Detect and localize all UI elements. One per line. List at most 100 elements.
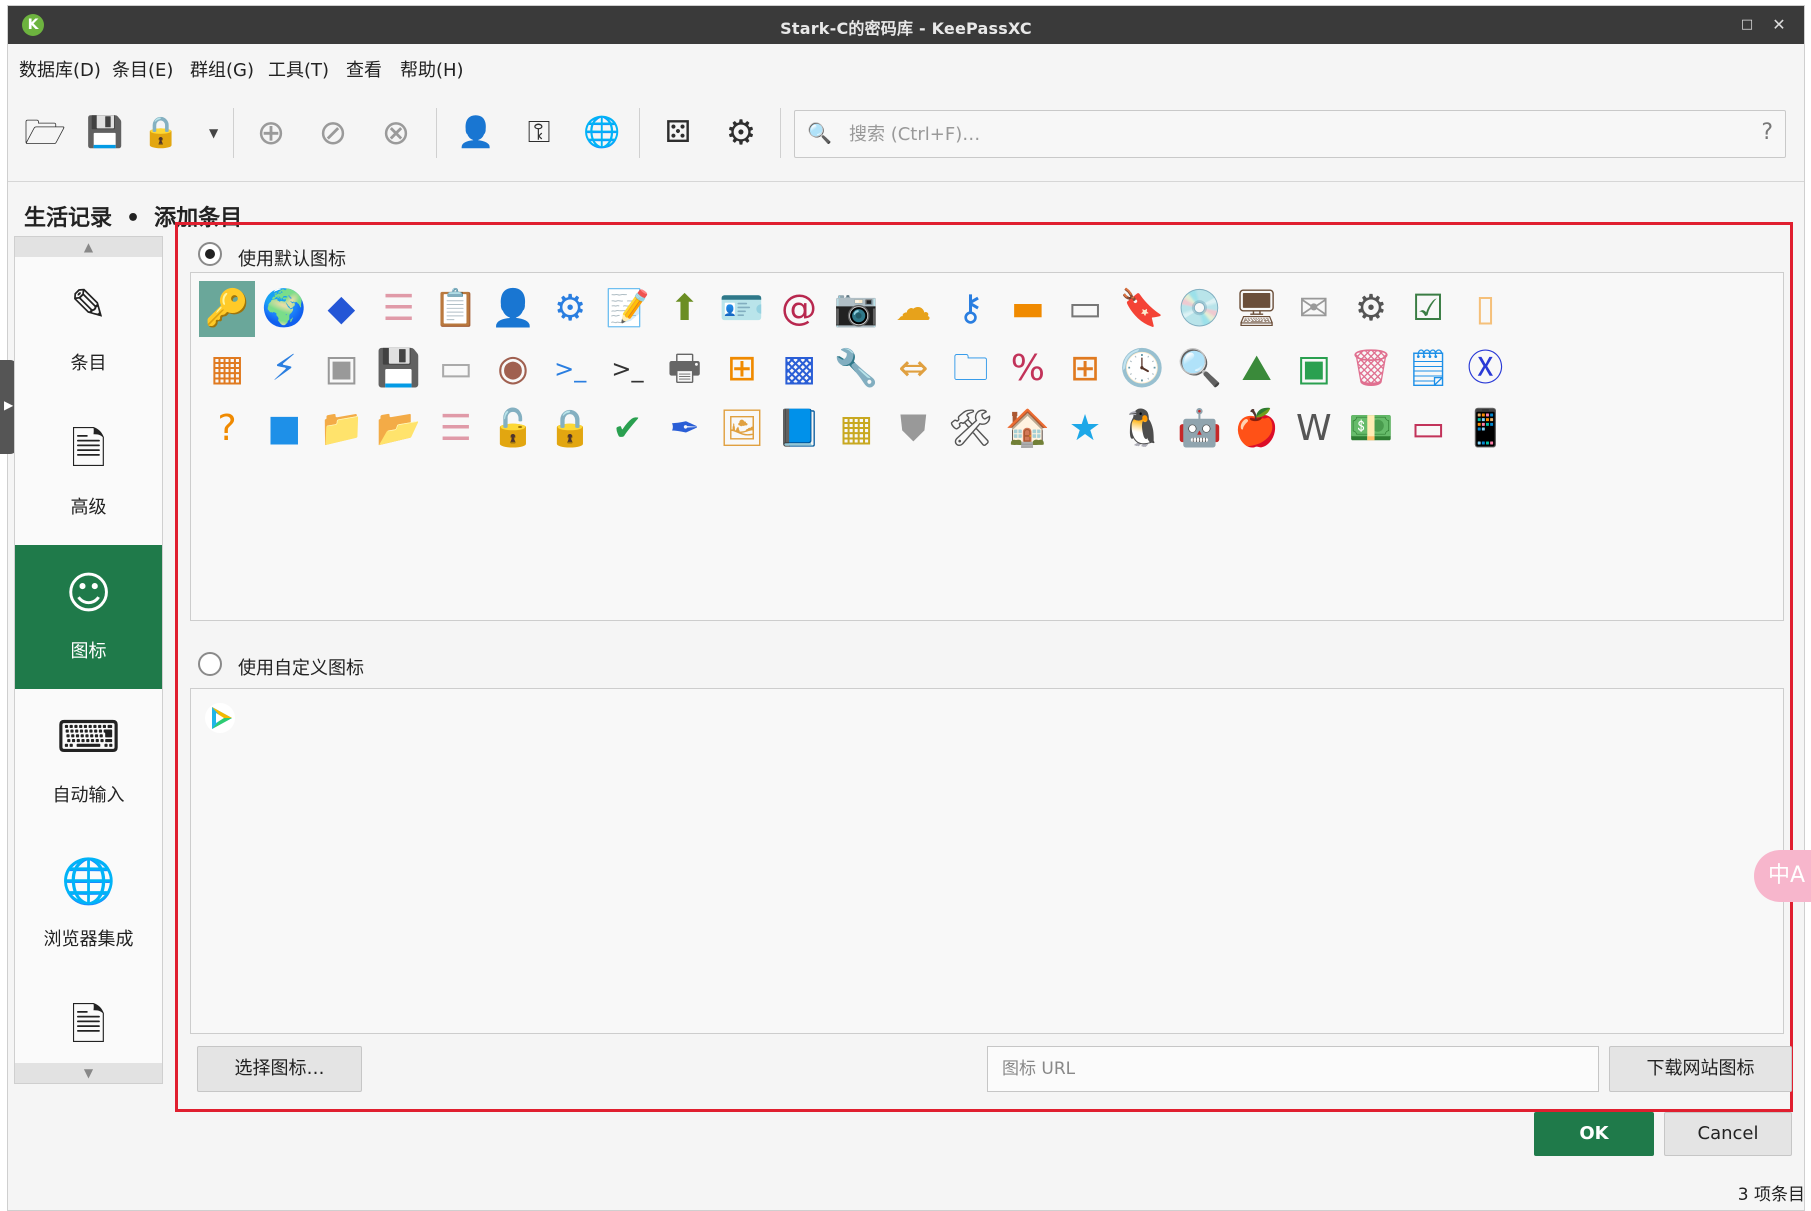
safe-icon[interactable]: ▣ bbox=[313, 341, 369, 397]
sticky-note-icon[interactable]: 🗒 bbox=[1400, 341, 1456, 397]
hard-drive-icon[interactable]: ▭ bbox=[428, 341, 484, 397]
delete-entry-icon[interactable]: ⊗ bbox=[373, 110, 419, 156]
open-database-icon[interactable]: 🗁 bbox=[22, 110, 68, 156]
trash-bin-icon[interactable]: 🗑 bbox=[1343, 341, 1399, 397]
percent-icon[interactable]: % bbox=[1000, 341, 1056, 397]
menu-help[interactable]: 帮助(H) bbox=[400, 56, 464, 82]
scroll-down-arrow-icon[interactable]: ▼ bbox=[15, 1063, 162, 1083]
upload-icon[interactable]: ⬆ bbox=[657, 281, 713, 337]
linux-tux-icon[interactable]: 🐧 bbox=[1114, 401, 1170, 457]
landscape-icon[interactable]: ⛰ bbox=[1229, 341, 1285, 397]
monitor-icon[interactable]: 🖥 bbox=[1229, 281, 1285, 337]
scanner-icon[interactable]: ▭ bbox=[1057, 281, 1113, 337]
signature-stamp-icon[interactable]: ⛊ bbox=[885, 401, 941, 457]
maximize-button[interactable]: □ bbox=[1736, 14, 1758, 36]
cpu-chip-icon[interactable]: ▣ bbox=[1286, 341, 1342, 397]
menu-database[interactable]: 数据库(D) bbox=[19, 56, 101, 82]
search-magnifier-icon[interactable]: 🔍 bbox=[1171, 341, 1227, 397]
edit-entry-icon[interactable]: ⊘ bbox=[310, 110, 356, 156]
x-circle-icon[interactable]: Ⓧ bbox=[1457, 341, 1513, 397]
wrench-icon[interactable]: 🔧 bbox=[828, 341, 884, 397]
default-icon-radio[interactable] bbox=[198, 242, 222, 266]
category-autotype[interactable]: ⌨ 自动输入 bbox=[15, 689, 162, 833]
close-button[interactable]: ✕ bbox=[1768, 14, 1790, 36]
clock-icon[interactable]: 🕓 bbox=[1114, 341, 1170, 397]
pen-icon[interactable]: ✒ bbox=[657, 401, 713, 457]
password-generator-icon[interactable]: ⚄ bbox=[655, 110, 701, 156]
lock-dropdown-chevron-icon[interactable]: ▼ bbox=[209, 126, 218, 140]
cd-icon[interactable]: 💿 bbox=[1171, 281, 1227, 337]
blue-box-icon[interactable]: ■ bbox=[256, 401, 312, 457]
floppy-disk-icon[interactable]: 💾 bbox=[371, 341, 427, 397]
settings-gear-icon[interactable]: ⚙ bbox=[718, 110, 764, 156]
menu-groups[interactable]: 群组(G) bbox=[190, 56, 254, 82]
wikipedia-icon[interactable]: W bbox=[1286, 401, 1342, 457]
certificate-icon[interactable]: ▭ bbox=[1400, 401, 1456, 457]
category-entry[interactable]: ✎ 条目 bbox=[15, 257, 162, 401]
grid-blocks-icon[interactable]: ▩ bbox=[771, 341, 827, 397]
world-icon[interactable]: 🌍 bbox=[256, 281, 312, 337]
add-entry-icon[interactable]: ⊕ bbox=[248, 110, 294, 156]
search-help-icon[interactable]: ? bbox=[1761, 120, 1773, 145]
menu-entries[interactable]: 条目(E) bbox=[112, 56, 173, 82]
star-icon[interactable]: ★ bbox=[1057, 401, 1113, 457]
spreadsheet-icon[interactable]: ▦ bbox=[828, 401, 884, 457]
copy-username-icon[interactable]: 👤 bbox=[453, 110, 499, 156]
cloud-dish-icon[interactable]: ☁ bbox=[885, 281, 941, 337]
console-icon[interactable]: >_ bbox=[599, 341, 655, 397]
scroll-up-arrow-icon[interactable]: ▲ bbox=[15, 237, 162, 257]
network-server-icon[interactable]: ☰ bbox=[371, 281, 427, 337]
mobile-devices-icon[interactable]: 📱 bbox=[1457, 401, 1513, 457]
folder-open-icon[interactable]: 📂 bbox=[371, 401, 427, 457]
database-key-icon[interactable]: ☰ bbox=[428, 401, 484, 457]
custom-icon-radio[interactable] bbox=[198, 652, 222, 676]
bookmark-icon[interactable]: 🔖 bbox=[1114, 281, 1170, 337]
network-nodes-icon[interactable]: ⊞ bbox=[714, 341, 770, 397]
translate-widget-icon[interactable]: 中A bbox=[1754, 850, 1811, 902]
apple-icon[interactable]: 🍎 bbox=[1229, 401, 1285, 457]
user-communication-icon[interactable]: 👤 bbox=[485, 281, 541, 337]
keys-icon[interactable]: ⚷ bbox=[943, 281, 999, 337]
checklist-icon[interactable]: ☑ bbox=[1400, 281, 1456, 337]
gears-icon[interactable]: ⚙ bbox=[542, 281, 598, 337]
settings-gear-icon[interactable]: ⚙ bbox=[1343, 281, 1399, 337]
category-icon[interactable]: ☺ 图标 bbox=[15, 545, 162, 689]
question-circle-icon[interactable]: ? bbox=[199, 401, 255, 457]
cancel-button[interactable]: Cancel bbox=[1664, 1112, 1792, 1156]
address-book-icon[interactable]: 📘 bbox=[771, 401, 827, 457]
film-reel-icon[interactable]: ◉ bbox=[485, 341, 541, 397]
category-browser-integration[interactable]: 🌐 浏览器集成 bbox=[15, 833, 162, 977]
money-icon[interactable]: 💵 bbox=[1343, 401, 1399, 457]
clipboard-notes-icon[interactable]: 📋 bbox=[428, 281, 484, 337]
category-advanced[interactable]: 🗎 高级 bbox=[15, 401, 162, 545]
folder-icon[interactable]: 📁 bbox=[313, 401, 369, 457]
tools-icon[interactable]: 🛠 bbox=[943, 401, 999, 457]
menu-tools[interactable]: 工具(T) bbox=[268, 56, 329, 82]
key-icon[interactable]: 🔑 bbox=[199, 281, 255, 337]
window-layout-icon[interactable]: ▦ bbox=[199, 341, 255, 397]
terminal-icon[interactable]: >_ bbox=[542, 341, 598, 397]
copy-password-icon[interactable]: ⚿ bbox=[516, 110, 562, 156]
email-at-icon[interactable]: @ bbox=[771, 281, 827, 337]
padlock-closed-icon[interactable]: 🔒 bbox=[542, 401, 598, 457]
search-input[interactable] bbox=[849, 119, 1709, 149]
custom-play-icon[interactable] bbox=[203, 701, 237, 735]
download-favicon-button[interactable]: 下载网站图标 bbox=[1609, 1046, 1792, 1092]
printer-icon[interactable]: 🖶 bbox=[657, 341, 713, 397]
email-open-icon[interactable]: ✉ bbox=[1286, 281, 1342, 337]
category-properties[interactable]: 🗎 bbox=[15, 977, 162, 1063]
open-url-icon[interactable]: 🌐 bbox=[579, 110, 625, 156]
lock-database-icon[interactable]: 🔒 bbox=[138, 110, 184, 156]
notepad-icon[interactable]: 📝 bbox=[599, 281, 655, 337]
icon-url-input[interactable] bbox=[987, 1046, 1599, 1092]
lightning-icon[interactable]: ⚡ bbox=[256, 341, 312, 397]
padlock-open-icon[interactable]: 🔓 bbox=[485, 401, 541, 457]
plug-icon[interactable]: ▬ bbox=[1000, 281, 1056, 337]
contact-card-icon[interactable]: 🪪 bbox=[714, 281, 770, 337]
ok-button[interactable]: OK bbox=[1534, 1112, 1654, 1156]
windows-monitor-icon[interactable]: ⊞ bbox=[1057, 341, 1113, 397]
camera-icon[interactable]: 📷 bbox=[828, 281, 884, 337]
file-archive-icon[interactable]: 🗀 bbox=[943, 341, 999, 397]
choose-icon-button[interactable]: 选择图标… bbox=[197, 1046, 362, 1092]
checkmark-circle-icon[interactable]: ✔ bbox=[599, 401, 655, 457]
